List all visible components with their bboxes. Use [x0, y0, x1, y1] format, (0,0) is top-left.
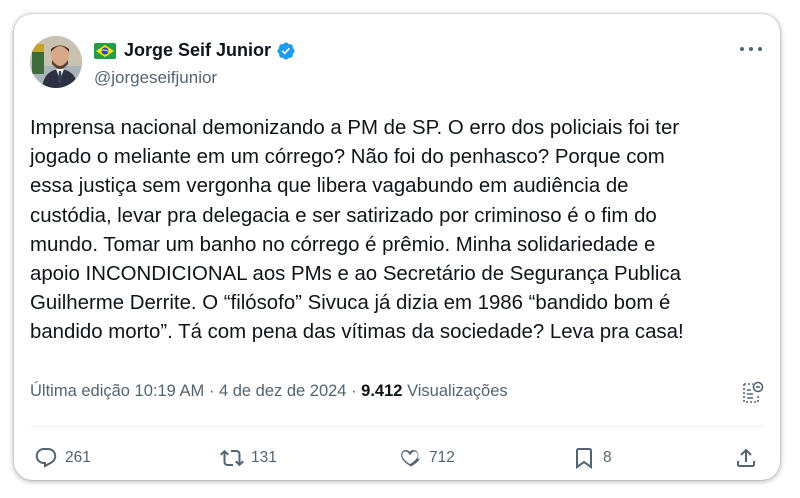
- separator: ·: [351, 382, 357, 400]
- share-icon: [737, 448, 755, 467]
- repost-icon: [220, 449, 244, 467]
- reply-icon: [35, 448, 57, 468]
- reply-button[interactable]: 261: [34, 446, 91, 470]
- like-button[interactable]: 712: [398, 446, 455, 470]
- more-dot: [749, 47, 753, 51]
- like-count: 712: [429, 449, 455, 466]
- separator: ·: [208, 382, 215, 400]
- views-label: Visualizações: [407, 382, 508, 400]
- tweet-meta: Última edição 10:19 AM · 4 de dez de 202…: [30, 382, 508, 401]
- share-button[interactable]: [734, 446, 758, 470]
- more-dot: [740, 47, 744, 51]
- author-name[interactable]: Jorge Seif Junior: [124, 40, 271, 61]
- community-notes-icon[interactable]: [740, 380, 764, 406]
- avatar[interactable]: [30, 36, 82, 88]
- tweet-date[interactable]: 4 de dez de 2024: [219, 382, 347, 400]
- bookmark-count: 8: [603, 449, 612, 466]
- author-name-row[interactable]: Jorge Seif Junior: [94, 40, 296, 61]
- heart-icon: [401, 450, 420, 467]
- tweet-card: Jorge Seif Junior @jorgeseifjunior Impre…: [14, 14, 780, 480]
- divider: [30, 426, 764, 427]
- bookmark-icon: [576, 448, 592, 469]
- edit-timestamp[interactable]: Última edição 10:19 AM: [30, 382, 204, 400]
- author-handle[interactable]: @jorgeseifjunior: [94, 68, 217, 88]
- tweet-text: Imprensa nacional demonizando a PM de SP…: [30, 117, 684, 344]
- action-bar: 261 131 712 8: [34, 446, 762, 472]
- views-count: 9.412: [361, 382, 403, 400]
- avatar-photo: [30, 36, 82, 88]
- more-options-icon[interactable]: [740, 44, 762, 54]
- repost-count: 131: [251, 449, 277, 466]
- bookmark-button[interactable]: 8: [572, 446, 612, 470]
- brazil-flag-icon: [94, 42, 116, 59]
- more-dot: [758, 47, 762, 51]
- repost-button[interactable]: 131: [220, 446, 277, 470]
- verified-badge-icon[interactable]: [276, 41, 296, 61]
- reply-count: 261: [65, 449, 91, 466]
